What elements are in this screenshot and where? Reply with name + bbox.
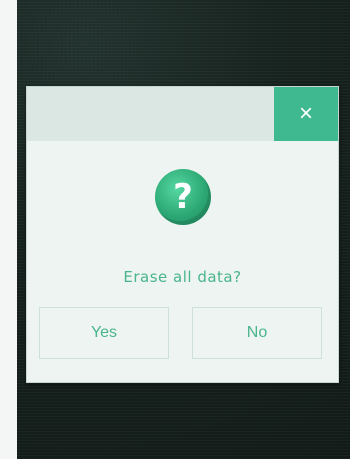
no-button[interactable]: No	[192, 307, 322, 359]
yes-button[interactable]: Yes	[39, 307, 169, 359]
dialog-titlebar: ×	[27, 87, 338, 141]
question-glyph: ?	[173, 177, 193, 217]
close-icon: ×	[298, 100, 313, 127]
yes-button-label: Yes	[90, 324, 118, 341]
close-button[interactable]: ×	[274, 87, 338, 141]
dialog-message: Erase all data?	[123, 268, 242, 286]
question-icon: ?	[155, 169, 211, 225]
no-button-label: No	[246, 324, 268, 341]
confirm-dialog: × ? Erase all data? Yes No	[26, 86, 339, 383]
